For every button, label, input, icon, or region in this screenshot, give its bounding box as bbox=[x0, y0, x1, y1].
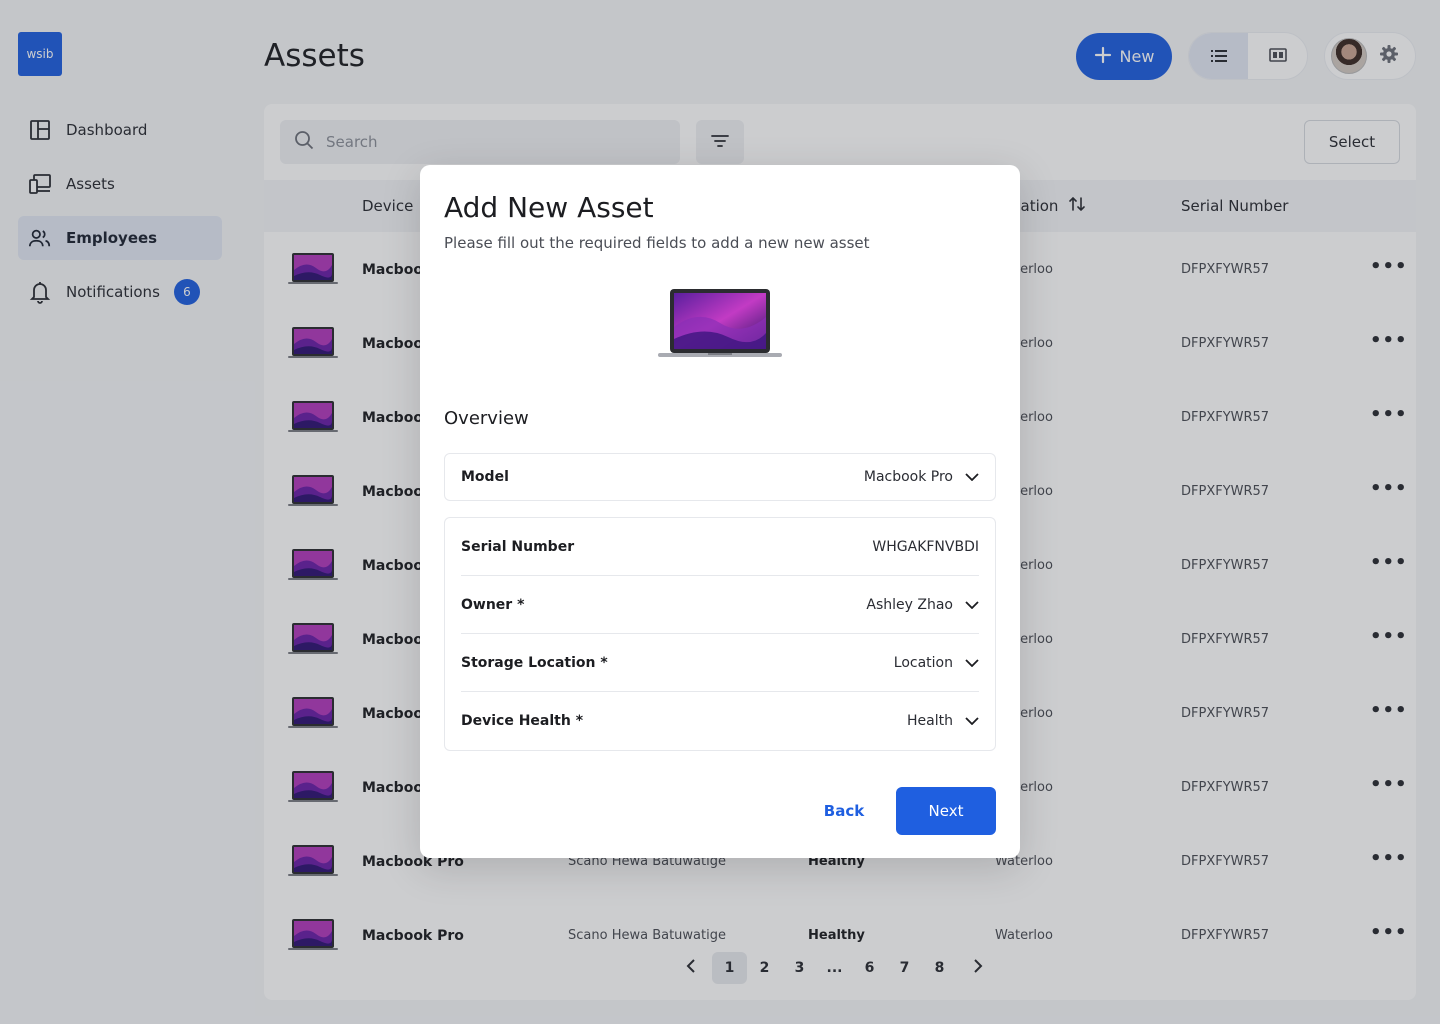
storage-location-value: Location bbox=[893, 654, 953, 671]
chevron-down-icon bbox=[965, 597, 979, 613]
modal-title: Add New Asset bbox=[444, 191, 654, 224]
details-field-box: Serial Number WHGAKFNVBDI Owner * Ashley… bbox=[444, 517, 996, 751]
device-health-select[interactable]: Device Health * Health bbox=[461, 692, 979, 750]
owner-select[interactable]: Owner * Ashley Zhao bbox=[461, 576, 979, 634]
serial-number-value[interactable]: WHGAKFNVBDI bbox=[872, 539, 979, 555]
add-asset-modal: Add New Asset Please fill out the requir… bbox=[420, 165, 1020, 858]
serial-number-label: Serial Number bbox=[461, 538, 575, 555]
modal-subtitle: Please fill out the required fields to a… bbox=[444, 234, 870, 252]
device-health-label: Device Health * bbox=[461, 713, 584, 729]
next-button[interactable]: Next bbox=[896, 787, 996, 835]
device-health-value: Health bbox=[907, 713, 953, 729]
device-health-value-wrap: Health bbox=[907, 713, 979, 729]
storage-location-select[interactable]: Storage Location * Location bbox=[461, 634, 979, 692]
model-field-box: Model Macbook Pro bbox=[444, 453, 996, 501]
model-value: Macbook Pro bbox=[863, 469, 953, 485]
chevron-down-icon bbox=[965, 655, 979, 671]
owner-value-wrap: Ashley Zhao bbox=[866, 597, 979, 613]
serial-number-field[interactable]: Serial Number WHGAKFNVBDI bbox=[461, 518, 979, 576]
chevron-down-icon bbox=[965, 469, 979, 485]
owner-label: Owner * bbox=[461, 596, 525, 613]
back-button[interactable]: Back bbox=[812, 787, 876, 835]
laptop-preview-image bbox=[658, 287, 782, 363]
model-select[interactable]: Model Macbook Pro bbox=[461, 454, 979, 500]
chevron-down-icon bbox=[965, 713, 979, 729]
model-value-wrap: Macbook Pro bbox=[864, 469, 979, 485]
section-heading-overview: Overview bbox=[444, 408, 529, 429]
model-label: Model bbox=[461, 469, 509, 485]
owner-value: Ashley Zhao bbox=[866, 596, 953, 613]
storage-location-value-wrap: Location bbox=[894, 655, 979, 671]
storage-location-label: Storage Location * bbox=[461, 654, 608, 671]
